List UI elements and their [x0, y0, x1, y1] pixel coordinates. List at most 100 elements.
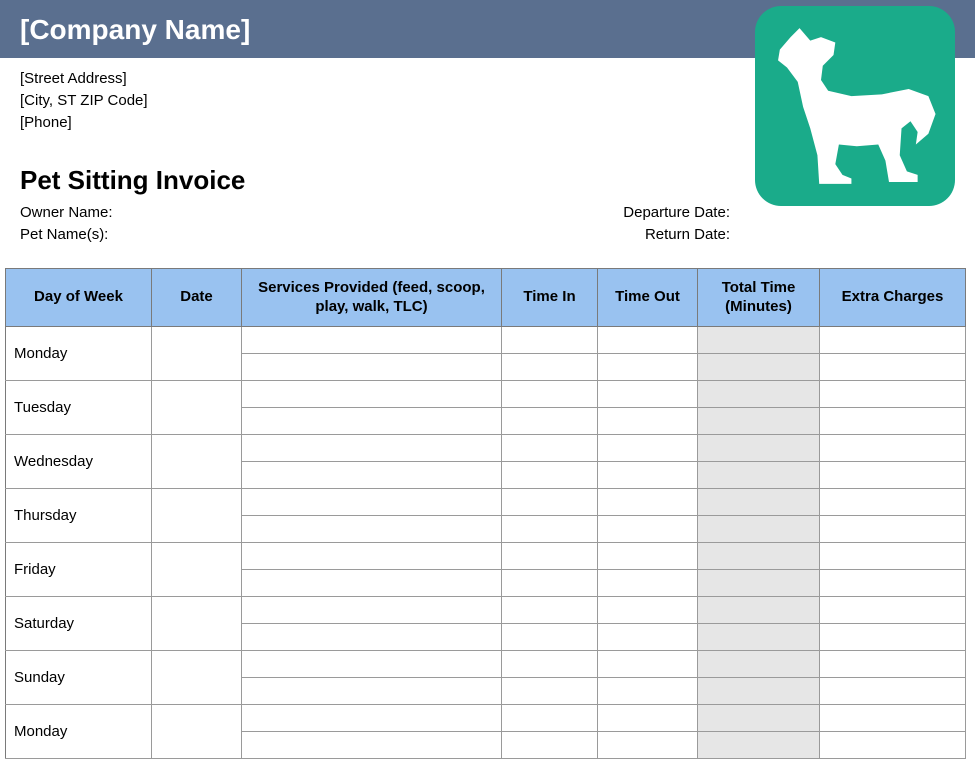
extra-charges-cell[interactable]: [820, 597, 966, 624]
total-time-cell[interactable]: [698, 435, 820, 462]
time-in-cell[interactable]: [502, 543, 598, 570]
date-cell[interactable]: [152, 489, 242, 543]
extra-charges-cell[interactable]: [820, 705, 966, 732]
total-time-cell[interactable]: [698, 489, 820, 516]
extra-charges-cell[interactable]: [820, 354, 966, 381]
time-out-cell[interactable]: [598, 462, 698, 489]
services-cell[interactable]: [242, 678, 502, 705]
total-time-cell[interactable]: [698, 543, 820, 570]
time-in-cell[interactable]: [502, 678, 598, 705]
date-cell[interactable]: [152, 327, 242, 381]
total-time-cell[interactable]: [698, 732, 820, 759]
services-cell[interactable]: [242, 732, 502, 759]
services-cell[interactable]: [242, 570, 502, 597]
services-cell[interactable]: [242, 705, 502, 732]
services-cell[interactable]: [242, 516, 502, 543]
total-time-cell[interactable]: [698, 462, 820, 489]
total-time-cell[interactable]: [698, 516, 820, 543]
time-out-cell[interactable]: [598, 381, 698, 408]
time-out-cell[interactable]: [598, 570, 698, 597]
time-out-cell[interactable]: [598, 489, 698, 516]
time-in-cell[interactable]: [502, 381, 598, 408]
services-cell[interactable]: [242, 435, 502, 462]
services-cell[interactable]: [242, 462, 502, 489]
time-out-cell[interactable]: [598, 435, 698, 462]
extra-charges-cell[interactable]: [820, 570, 966, 597]
day-cell[interactable]: Tuesday: [6, 381, 152, 435]
dog-icon: [765, 21, 945, 191]
day-cell[interactable]: Monday: [6, 327, 152, 381]
time-in-cell[interactable]: [502, 489, 598, 516]
extra-charges-cell[interactable]: [820, 462, 966, 489]
extra-charges-cell[interactable]: [820, 408, 966, 435]
time-in-cell[interactable]: [502, 462, 598, 489]
day-cell[interactable]: Monday: [6, 705, 152, 759]
extra-charges-cell[interactable]: [820, 678, 966, 705]
date-cell[interactable]: [152, 651, 242, 705]
time-out-cell[interactable]: [598, 624, 698, 651]
day-cell[interactable]: Wednesday: [6, 435, 152, 489]
day-cell[interactable]: Sunday: [6, 651, 152, 705]
total-time-cell[interactable]: [698, 354, 820, 381]
time-out-cell[interactable]: [598, 516, 698, 543]
time-out-cell[interactable]: [598, 597, 698, 624]
date-cell[interactable]: [152, 435, 242, 489]
services-cell[interactable]: [242, 327, 502, 354]
extra-charges-cell[interactable]: [820, 543, 966, 570]
time-in-cell[interactable]: [502, 327, 598, 354]
extra-charges-cell[interactable]: [820, 732, 966, 759]
services-cell[interactable]: [242, 354, 502, 381]
extra-charges-cell[interactable]: [820, 489, 966, 516]
total-time-cell[interactable]: [698, 624, 820, 651]
day-cell[interactable]: Thursday: [6, 489, 152, 543]
time-out-cell[interactable]: [598, 408, 698, 435]
extra-charges-cell[interactable]: [820, 624, 966, 651]
table-row: Monday: [6, 705, 966, 732]
extra-charges-cell[interactable]: [820, 516, 966, 543]
extra-charges-cell[interactable]: [820, 651, 966, 678]
time-in-cell[interactable]: [502, 732, 598, 759]
time-out-cell[interactable]: [598, 543, 698, 570]
time-out-cell[interactable]: [598, 651, 698, 678]
total-time-cell[interactable]: [698, 381, 820, 408]
day-cell[interactable]: Friday: [6, 543, 152, 597]
time-in-cell[interactable]: [502, 570, 598, 597]
services-cell[interactable]: [242, 381, 502, 408]
day-cell[interactable]: Saturday: [6, 597, 152, 651]
date-cell[interactable]: [152, 543, 242, 597]
services-cell[interactable]: [242, 651, 502, 678]
extra-charges-cell[interactable]: [820, 381, 966, 408]
time-out-cell[interactable]: [598, 705, 698, 732]
table-row: Wednesday: [6, 435, 966, 462]
extra-charges-cell[interactable]: [820, 327, 966, 354]
extra-charges-cell[interactable]: [820, 435, 966, 462]
services-cell[interactable]: [242, 543, 502, 570]
total-time-cell[interactable]: [698, 597, 820, 624]
time-in-cell[interactable]: [502, 597, 598, 624]
services-cell[interactable]: [242, 597, 502, 624]
time-out-cell[interactable]: [598, 354, 698, 381]
total-time-cell[interactable]: [698, 705, 820, 732]
date-cell[interactable]: [152, 597, 242, 651]
services-cell[interactable]: [242, 408, 502, 435]
col-services: Services Provided (feed, scoop, play, wa…: [242, 268, 502, 327]
services-cell[interactable]: [242, 489, 502, 516]
total-time-cell[interactable]: [698, 408, 820, 435]
time-in-cell[interactable]: [502, 516, 598, 543]
total-time-cell[interactable]: [698, 570, 820, 597]
time-in-cell[interactable]: [502, 435, 598, 462]
date-cell[interactable]: [152, 705, 242, 759]
time-in-cell[interactable]: [502, 705, 598, 732]
total-time-cell[interactable]: [698, 327, 820, 354]
total-time-cell[interactable]: [698, 678, 820, 705]
time-in-cell[interactable]: [502, 651, 598, 678]
total-time-cell[interactable]: [698, 651, 820, 678]
time-in-cell[interactable]: [502, 624, 598, 651]
time-out-cell[interactable]: [598, 678, 698, 705]
time-out-cell[interactable]: [598, 327, 698, 354]
services-cell[interactable]: [242, 624, 502, 651]
time-out-cell[interactable]: [598, 732, 698, 759]
time-in-cell[interactable]: [502, 408, 598, 435]
date-cell[interactable]: [152, 381, 242, 435]
time-in-cell[interactable]: [502, 354, 598, 381]
